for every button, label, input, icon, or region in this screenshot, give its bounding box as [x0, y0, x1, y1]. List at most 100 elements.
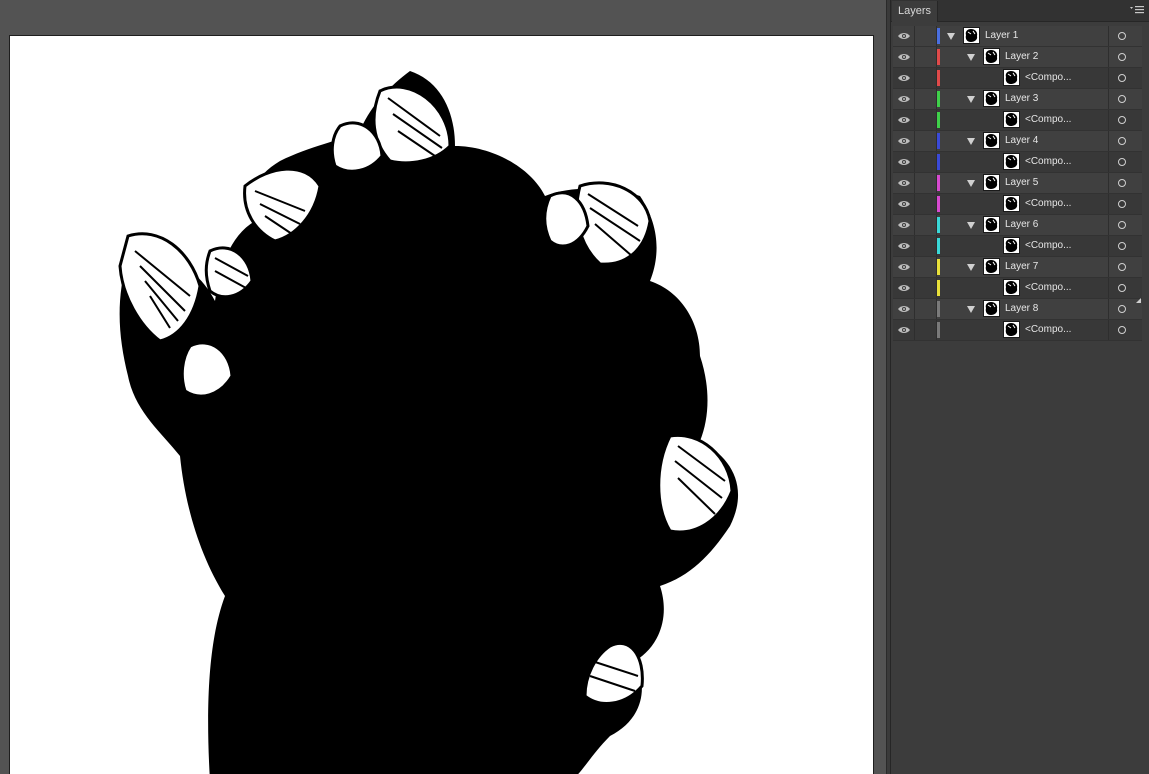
visibility-eye-icon[interactable] — [893, 278, 915, 298]
layer-name[interactable]: <Compo... — [1025, 278, 1071, 298]
layer-name[interactable]: <Compo... — [1025, 194, 1071, 214]
scroll-indicator — [1136, 298, 1141, 303]
layer-name[interactable]: <Compo... — [1025, 68, 1071, 88]
lock-toggle[interactable] — [915, 47, 937, 67]
expand-triangle-icon[interactable] — [967, 180, 975, 187]
expand-triangle-icon[interactable] — [967, 138, 975, 145]
layer-row[interactable]: Layer 4 — [893, 131, 1142, 152]
panel-menu-icon[interactable] — [1130, 4, 1144, 16]
layer-row[interactable]: Layer 7 — [893, 257, 1142, 278]
layer-sublayer-row[interactable]: <Compo... — [893, 320, 1142, 341]
visibility-eye-icon[interactable] — [893, 299, 915, 319]
layer-sublayer-row[interactable]: <Compo... — [893, 110, 1142, 131]
layer-name[interactable]: Layer 2 — [1005, 47, 1038, 67]
visibility-eye-icon[interactable] — [893, 26, 915, 46]
lock-toggle[interactable] — [915, 131, 937, 151]
lock-toggle[interactable] — [915, 89, 937, 109]
lock-toggle[interactable] — [915, 110, 937, 130]
layer-name[interactable]: Layer 8 — [1005, 299, 1038, 319]
visibility-eye-icon[interactable] — [893, 173, 915, 193]
target-circle-icon[interactable] — [1108, 68, 1142, 88]
layer-name[interactable]: <Compo... — [1025, 236, 1071, 256]
tab-layers[interactable]: Layers — [892, 1, 939, 22]
lock-toggle[interactable] — [915, 215, 937, 235]
layer-row[interactable]: Layer 8 — [893, 299, 1142, 320]
layer-name[interactable]: Layer 7 — [1005, 257, 1038, 277]
target-circle-icon[interactable] — [1108, 26, 1142, 46]
flower-bouquet-artwork[interactable] — [10, 36, 874, 774]
layer-thumbnail — [983, 90, 1000, 107]
layer-thumbnail — [1003, 153, 1020, 170]
target-circle-icon[interactable] — [1108, 278, 1142, 298]
lock-toggle[interactable] — [915, 152, 937, 172]
layer-sublayer-row[interactable]: <Compo... — [893, 152, 1142, 173]
visibility-eye-icon[interactable] — [893, 68, 915, 88]
layer-thumbnail — [1003, 279, 1020, 296]
layers-panel: Layers Layer 1 Layer 2 <Compo... Layer 3 <Co… — [890, 0, 1149, 774]
visibility-eye-icon[interactable] — [893, 110, 915, 130]
layer-name[interactable]: <Compo... — [1025, 152, 1071, 172]
layer-color-bar — [937, 175, 940, 191]
layer-name[interactable]: Layer 4 — [1005, 131, 1038, 151]
layer-name[interactable]: <Compo... — [1025, 320, 1071, 340]
target-circle-icon[interactable] — [1108, 152, 1142, 172]
visibility-eye-icon[interactable] — [893, 131, 915, 151]
target-circle-icon[interactable] — [1108, 89, 1142, 109]
lock-toggle[interactable] — [915, 278, 937, 298]
layer-name[interactable]: <Compo... — [1025, 110, 1071, 130]
layer-thumbnail — [963, 27, 980, 44]
target-circle-icon[interactable] — [1108, 173, 1142, 193]
visibility-eye-icon[interactable] — [893, 89, 915, 109]
expand-triangle-icon[interactable] — [967, 96, 975, 103]
layer-thumbnail — [983, 132, 1000, 149]
target-circle-icon[interactable] — [1108, 215, 1142, 235]
target-circle-icon[interactable] — [1108, 47, 1142, 67]
layer-color-bar — [937, 322, 940, 338]
expand-triangle-icon[interactable] — [967, 222, 975, 229]
layer-sublayer-row[interactable]: <Compo... — [893, 68, 1142, 89]
lock-toggle[interactable] — [915, 68, 937, 88]
visibility-eye-icon[interactable] — [893, 194, 915, 214]
layer-sublayer-row[interactable]: <Compo... — [893, 194, 1142, 215]
lock-toggle[interactable] — [915, 173, 937, 193]
canvas-area[interactable] — [0, 0, 886, 774]
lock-toggle[interactable] — [915, 236, 937, 256]
layer-thumbnail — [983, 174, 1000, 191]
lock-toggle[interactable] — [915, 320, 937, 340]
target-circle-icon[interactable] — [1108, 131, 1142, 151]
layer-name[interactable]: Layer 3 — [1005, 89, 1038, 109]
layer-row[interactable]: Layer 2 — [893, 47, 1142, 68]
lock-toggle[interactable] — [915, 194, 937, 214]
expand-triangle-icon[interactable] — [967, 264, 975, 271]
expand-triangle-icon[interactable] — [967, 54, 975, 61]
expand-triangle-icon[interactable] — [947, 33, 955, 40]
target-circle-icon[interactable] — [1108, 236, 1142, 256]
layer-color-bar — [937, 112, 940, 128]
expand-triangle-icon[interactable] — [967, 306, 975, 313]
visibility-eye-icon[interactable] — [893, 320, 915, 340]
layer-thumbnail — [1003, 321, 1020, 338]
layer-row[interactable]: Layer 6 — [893, 215, 1142, 236]
lock-toggle[interactable] — [915, 26, 937, 46]
visibility-eye-icon[interactable] — [893, 257, 915, 277]
lock-toggle[interactable] — [915, 299, 937, 319]
visibility-eye-icon[interactable] — [893, 152, 915, 172]
layer-name[interactable]: Layer 6 — [1005, 215, 1038, 235]
visibility-eye-icon[interactable] — [893, 236, 915, 256]
layer-sublayer-row[interactable]: <Compo... — [893, 236, 1142, 257]
target-circle-icon[interactable] — [1108, 320, 1142, 340]
visibility-eye-icon[interactable] — [893, 47, 915, 67]
visibility-eye-icon[interactable] — [893, 215, 915, 235]
layer-row[interactable]: Layer 5 — [893, 173, 1142, 194]
layer-row[interactable]: Layer 3 — [893, 89, 1142, 110]
layer-color-bar — [937, 154, 940, 170]
target-circle-icon[interactable] — [1108, 257, 1142, 277]
target-circle-icon[interactable] — [1108, 194, 1142, 214]
layer-row[interactable]: Layer 1 — [893, 26, 1142, 47]
artboard[interactable] — [9, 35, 874, 774]
layer-name[interactable]: Layer 5 — [1005, 173, 1038, 193]
layer-sublayer-row[interactable]: <Compo... — [893, 278, 1142, 299]
target-circle-icon[interactable] — [1108, 110, 1142, 130]
layer-name[interactable]: Layer 1 — [985, 26, 1018, 46]
lock-toggle[interactable] — [915, 257, 937, 277]
